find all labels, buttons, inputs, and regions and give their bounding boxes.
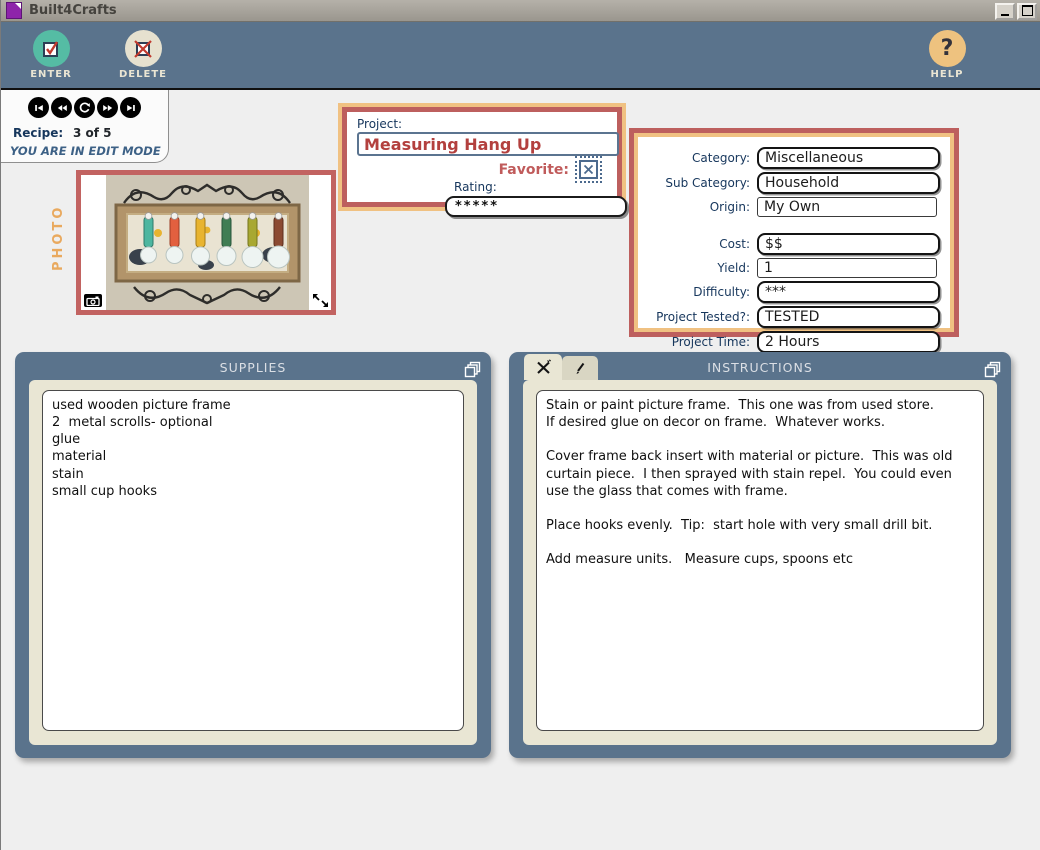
origin-field[interactable]: My Own: [757, 197, 937, 217]
project-time-label: Project Time:: [638, 335, 757, 349]
favorite-checkbox[interactable]: [579, 160, 598, 179]
difficulty-field[interactable]: ***: [757, 281, 940, 303]
last-record-button[interactable]: [120, 97, 141, 118]
toolbar: ENTER DELETE ? HELP: [1, 22, 1040, 88]
title-bar: Built4Crafts: [1, 0, 1040, 22]
delete-crossed-box-icon: [125, 30, 162, 67]
rating-label: Rating:: [454, 180, 607, 194]
recipe-count: 3 of 5: [73, 126, 112, 140]
delete-label: DELETE: [115, 69, 171, 80]
next-record-button[interactable]: [97, 97, 118, 118]
edit-mode-status: YOU ARE IN EDIT MODE: [10, 144, 161, 158]
instructions-textarea[interactable]: Stain or paint picture frame. This one w…: [536, 390, 984, 731]
enter-button[interactable]: ENTER: [23, 30, 79, 80]
yield-label: Yield:: [638, 261, 757, 275]
refresh-icon: [78, 101, 91, 114]
category-label: Category:: [638, 151, 757, 165]
help-label: HELP: [919, 69, 975, 80]
first-record-button[interactable]: [28, 97, 49, 118]
favorite-label: Favorite:: [499, 162, 569, 178]
skip-first-icon: [33, 102, 45, 114]
knife-fork-icon: [535, 359, 552, 376]
copy-pages-icon: [464, 360, 482, 378]
origin-label: Origin:: [638, 200, 757, 214]
minimize-button[interactable]: [995, 3, 1015, 20]
maximize-icon: [1022, 5, 1033, 16]
x-mark-icon: [583, 164, 594, 175]
photo-label: PHOTO: [51, 183, 67, 293]
photo-frame: [76, 170, 336, 315]
question-mark-icon: ?: [929, 30, 966, 67]
project-tested-field[interactable]: TESTED: [757, 306, 940, 328]
category-field[interactable]: Miscellaneous: [757, 147, 940, 169]
instructions-body: Stain or paint picture frame. This one w…: [523, 380, 997, 745]
expand-photo-button[interactable]: [312, 293, 329, 308]
resize-arrows-icon: [312, 293, 329, 308]
recipe-label: Recipe:: [13, 126, 63, 140]
supplies-body: used wooden picture frame 2 metal scroll…: [29, 380, 477, 745]
instructions-panel: INSTRUCTIONS Stain or paint picture fram…: [509, 352, 1011, 758]
refresh-record-button[interactable]: [74, 97, 95, 118]
rewind-icon: [56, 102, 68, 114]
skip-last-icon: [125, 102, 137, 114]
enter-label: ENTER: [23, 69, 79, 80]
sub-category-label: Sub Category:: [638, 176, 757, 190]
supplies-title: SUPPLIES: [15, 360, 491, 375]
pencil-icon: [573, 361, 587, 375]
window-title: Built4Crafts: [29, 3, 117, 18]
yield-field[interactable]: 1: [757, 258, 937, 278]
tab-instructions-utensils[interactable]: [524, 354, 562, 380]
camera-icon: [86, 296, 100, 306]
camera-button[interactable]: [84, 294, 102, 307]
cost-field[interactable]: $$: [757, 233, 940, 255]
enter-checkbox-icon: [33, 30, 70, 67]
copy-pages-icon: [984, 360, 1002, 378]
fast-forward-icon: [102, 102, 114, 114]
project-name-input[interactable]: [357, 132, 619, 156]
rating-input[interactable]: [445, 196, 627, 217]
help-button[interactable]: ? HELP: [919, 30, 975, 80]
project-photo: [106, 175, 309, 310]
maximize-button[interactable]: [1017, 3, 1037, 20]
app-icon: [6, 2, 22, 19]
tab-instructions-notes[interactable]: [562, 356, 598, 380]
record-navigator: Recipe: 3 of 5 YOU ARE IN EDIT MODE: [1, 90, 169, 163]
sub-category-field[interactable]: Household: [757, 172, 940, 194]
cost-label: Cost:: [638, 237, 757, 251]
supplies-textarea[interactable]: used wooden picture frame 2 metal scroll…: [42, 390, 464, 731]
details-section: Category: Miscellaneous Sub Category: Ho…: [629, 128, 959, 337]
project-tested-label: Project Tested?:: [638, 310, 757, 324]
project-label: Project:: [357, 117, 607, 131]
app-window: Built4Crafts ENTER D: [0, 0, 1040, 850]
supplies-panel: SUPPLIES used wooden picture frame 2 met…: [15, 352, 491, 758]
previous-record-button[interactable]: [51, 97, 72, 118]
delete-button[interactable]: DELETE: [115, 30, 171, 80]
project-time-field[interactable]: 2 Hours: [757, 331, 940, 353]
difficulty-label: Difficulty:: [638, 285, 757, 299]
project-section: Project: Favorite: Rating:: [338, 103, 626, 211]
minimize-icon: [1001, 11, 1009, 16]
